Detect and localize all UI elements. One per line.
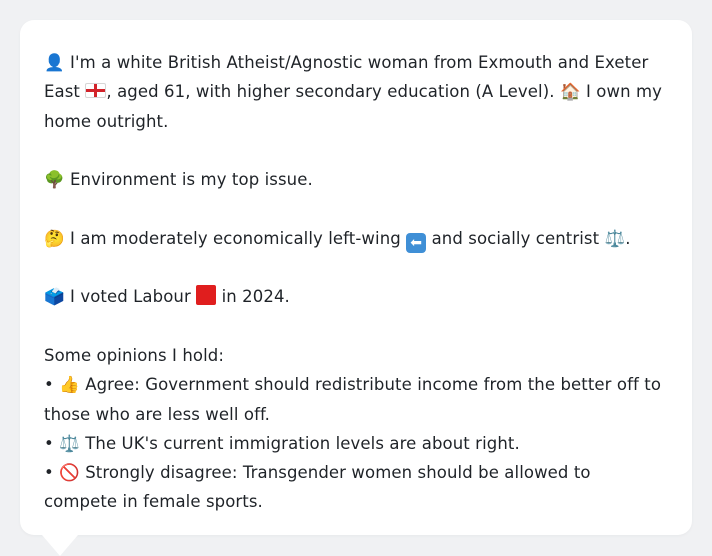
prohibited-icon: 🚫 xyxy=(59,463,80,483)
balance-scale-icon: ⚖️ xyxy=(59,433,80,453)
red-square-icon xyxy=(196,285,217,306)
persona-message-card: 👤 I'm a white British Atheist/Agnostic w… xyxy=(20,20,692,535)
opinion-item: • ⚖️ The UK's current immigration levels… xyxy=(44,429,668,458)
vote-text-a: I voted Labour xyxy=(70,287,191,307)
intro-paragraph: 👤 I'm a white British Atheist/Agnostic w… xyxy=(44,48,668,136)
politics-text-c: . xyxy=(625,228,631,248)
opinion-item: • 👍 Agree: Government should redistribut… xyxy=(44,370,668,429)
speech-bubble-tail xyxy=(42,535,78,556)
person-icon: 👤 xyxy=(44,53,65,72)
vote-text-b: in 2024. xyxy=(221,287,290,307)
opinion-text: Agree: Government should redistribute in… xyxy=(44,375,662,424)
balance-scale-icon: ⚖️ xyxy=(604,228,626,248)
opinion-item: • 🚫 Strongly disagree: Transgender women… xyxy=(44,458,668,517)
politics-text-a: I am moderately economically left-wing xyxy=(70,228,401,248)
opinions-heading: Some opinions I hold: xyxy=(44,345,225,365)
opinion-text: Strongly disagree: Transgender women sho… xyxy=(44,463,591,512)
left-arrow-icon: ⬅ xyxy=(406,232,427,253)
vote-paragraph: 🗳️ I voted Labour in 2024. xyxy=(44,282,668,311)
bullet-point: • xyxy=(44,433,54,453)
issue-text: Environment is my top issue. xyxy=(70,170,313,190)
opinion-text: The UK's current immigration levels are … xyxy=(85,433,520,453)
bullet-point: • xyxy=(44,463,54,483)
thinking-face-icon: 🤔 xyxy=(44,228,65,248)
issue-paragraph: 🌳 Environment is my top issue. xyxy=(44,165,668,194)
thumbs-up-icon: 👍 xyxy=(59,375,80,395)
politics-paragraph: 🤔 I am moderately economically left-wing… xyxy=(44,224,668,253)
politics-text-b: and socially centrist xyxy=(431,228,600,248)
intro-text-b: , aged 61, with higher secondary educati… xyxy=(106,82,555,102)
bullet-point: • xyxy=(44,375,54,395)
tree-icon: 🌳 xyxy=(44,170,65,190)
house-icon: 🏠 xyxy=(559,82,581,102)
england-flag-icon xyxy=(85,83,107,99)
ballot-box-icon: 🗳️ xyxy=(44,287,65,307)
